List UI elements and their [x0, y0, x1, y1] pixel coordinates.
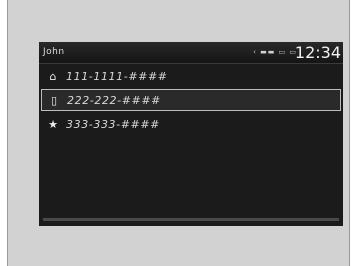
phone-number-row-favorite[interactable]: ★ 333-333-#### [41, 113, 341, 135]
phone-number-list: ⌂ 111-1111-#### ▯ 222-222-#### ★ 333-333… [39, 65, 343, 137]
device-frame: John ‹ ▬▬ ▭ ▭ 12:34 ⌂ 111-1111-#### ▯ 22… [7, 0, 350, 266]
phone-screen: John ‹ ▬▬ ▭ ▭ 12:34 ⌂ 111-1111-#### ▯ 22… [39, 42, 343, 226]
phone-number-row-mobile[interactable]: ▯ 222-222-#### [41, 89, 341, 111]
signal-status-icons: ‹ ▬▬ ▭ ▭ [253, 48, 297, 56]
clock: 12:34 [294, 43, 341, 62]
home-icon: ⌂ [49, 69, 57, 83]
scroll-track [43, 218, 339, 221]
status-bar: John ‹ ▬▬ ▭ ▭ 12:34 [39, 42, 343, 64]
phone-number-text: 333-333-#### [66, 117, 160, 131]
phone-number-row-home[interactable]: ⌂ 111-1111-#### [41, 65, 341, 87]
mobile-icon: ▯ [50, 93, 58, 107]
star-icon: ★ [48, 117, 58, 131]
phone-number-text: 111-1111-#### [66, 69, 168, 83]
phone-number-text: 222-222-#### [67, 93, 161, 107]
contact-name: John [43, 47, 65, 57]
